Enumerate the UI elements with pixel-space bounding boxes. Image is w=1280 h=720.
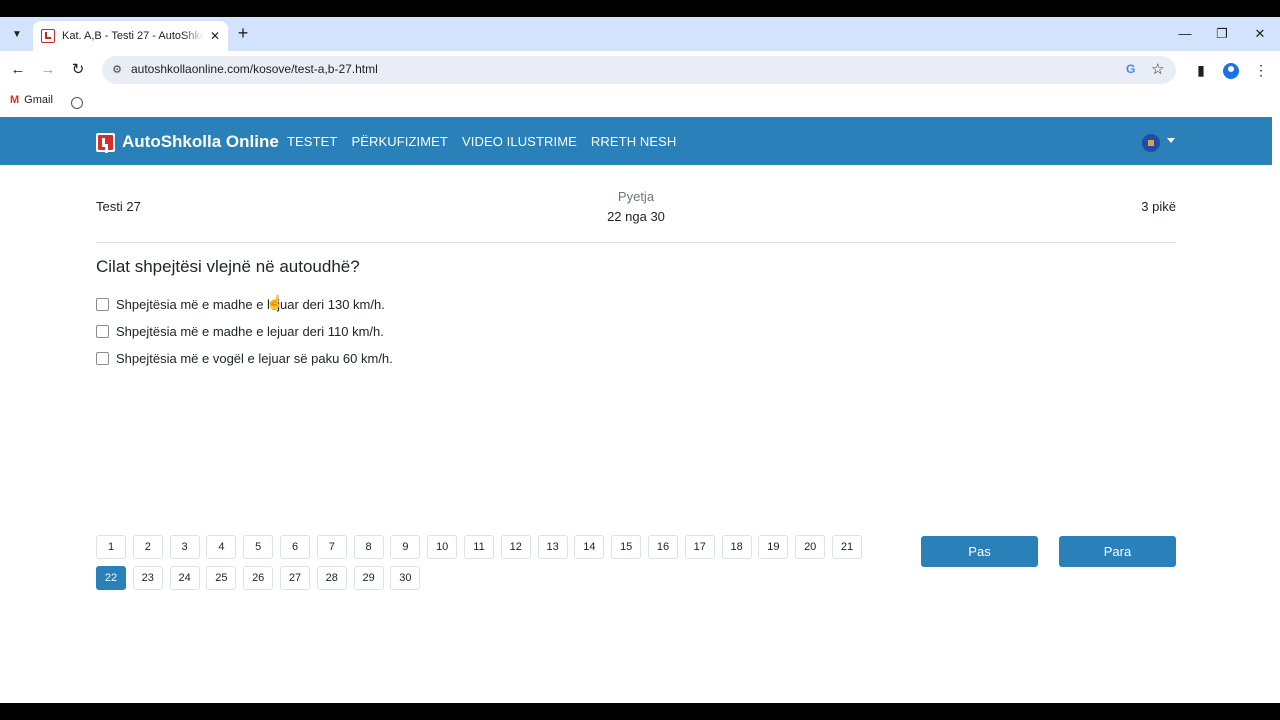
page-button-8[interactable]: 8 [353,535,384,559]
page-button-2[interactable]: 2 [132,535,163,559]
answer-checkbox[interactable] [96,325,109,338]
browser-toolbar: ← → ↻ ⚙ autoshkollaonline.com/kosove/tes… [0,51,1280,89]
brand-name: AutoShkolla Online [122,132,279,151]
answer-option[interactable]: Shpejtësia më e vogël e lejuar së paku 6… [96,345,393,372]
question-points: 3 pikë [1141,199,1176,214]
page-button-16[interactable]: 16 [648,535,678,559]
chevron-down-icon[interactable] [1167,138,1175,143]
logo-icon [96,132,115,152]
url-text[interactable]: autoshkollaonline.com/kosove/test-a,b-27… [131,62,378,76]
page-button-27[interactable]: 27 [280,566,310,590]
page-button-29[interactable]: 29 [353,566,384,590]
forward-arrow-icon[interactable]: → [38,60,58,80]
page-button-18[interactable]: 18 [721,535,752,559]
address-bar[interactable]: ⚙ autoshkollaonline.com/kosove/test-a,b-… [102,56,1176,84]
answer-option[interactable]: Shpejtësia më e madhe e lejuar deri 110 … [96,318,393,345]
page-button-12[interactable]: 12 [500,535,531,559]
page-button-24[interactable]: 24 [169,566,200,590]
page-button-19[interactable]: 19 [758,535,789,559]
back-button[interactable]: Pas [921,536,1038,567]
page-button-28[interactable]: 28 [316,566,347,590]
restore-icon[interactable]: ❐ [1212,24,1232,44]
page-button-7[interactable]: 7 [316,535,347,559]
page-button-5[interactable]: 5 [243,535,274,559]
tab-search-icon[interactable]: ▼ [7,24,27,44]
page-button-9[interactable]: 9 [390,535,421,559]
page-button-6[interactable]: 6 [280,535,310,559]
globe-icon [71,97,83,109]
browser-window: ▼ Kat. A,B - Testi 27 - AutoShkolla Onli… [0,17,1280,703]
nav-item-testet[interactable]: TESTET [287,134,337,149]
bookmark-label: Gmail [24,94,53,106]
test-info-row: Testi 27 Pyetja 22 nga 30 3 pikë [96,177,1176,243]
question-text: Cilat shpejtësi vlejnë në autoudhë? [96,257,360,276]
next-button[interactable]: Para [1059,536,1176,567]
menu-kebab-icon[interactable]: ⋮ [1251,60,1271,80]
answer-option[interactable]: Shpejtësia më e madhe e lejuar deri 130 … [96,291,393,318]
web-page: AutoShkolla Online TESTET PËRKUFIZIMET V… [0,117,1272,703]
hand-cursor-icon: ☝ [266,294,284,310]
question-counter: 22 nga 30 [607,209,665,224]
page-button-11[interactable]: 11 [464,535,494,559]
nav-item-perkufizimet[interactable]: PËRKUFIZIMET [351,134,448,149]
minimize-icon[interactable]: — [1175,24,1195,44]
back-arrow-icon[interactable]: ← [8,60,28,80]
page-button-30[interactable]: 30 [390,566,421,590]
question-label: Pyetja [617,189,655,204]
page-button-3[interactable]: 3 [169,535,200,559]
site-info-icon[interactable]: ⚙ [110,63,124,77]
answer-text[interactable]: Shpejtësia më e madhe e lejuar deri 130 … [116,297,385,312]
page-button-21[interactable]: 21 [832,535,862,559]
bookmark-globe[interactable] [71,97,83,109]
tab-close-icon[interactable]: ✕ [210,29,220,43]
nav-links: TESTET PËRKUFIZIMET VIDEO ILUSTRIME RRET… [287,134,690,149]
bookmark-gmail[interactable]: M Gmail [10,94,53,106]
answer-checkbox[interactable] [96,298,109,311]
page-button-17[interactable]: 17 [684,535,715,559]
page-button-14[interactable]: 14 [574,535,605,559]
reload-icon[interactable]: ↻ [68,60,88,80]
answer-text[interactable]: Shpejtësia më e madhe e lejuar deri 110 … [116,324,384,339]
google-lens-icon[interactable]: G [1126,62,1135,76]
bookmarks-bar: M Gmail [0,89,1280,117]
page-button-20[interactable]: 20 [795,535,826,559]
page-button-10[interactable]: 10 [427,535,458,559]
page-button-4[interactable]: 4 [206,535,237,559]
gmail-icon: M [10,94,20,106]
page-button-13[interactable]: 13 [537,535,568,559]
tab-strip: ▼ Kat. A,B - Testi 27 - AutoShkolla Onli… [0,17,1280,51]
answer-checkbox[interactable] [96,352,109,365]
nav-item-video[interactable]: VIDEO ILUSTRIME [462,134,577,149]
tab-title: Kat. A,B - Testi 27 - AutoShkolla Online [62,30,204,42]
profile-icon[interactable] [1221,60,1241,80]
nav-item-rreth-nesh[interactable]: RRETH NESH [591,134,677,149]
bookmark-star-icon[interactable]: ☆ [1151,60,1164,78]
active-tab[interactable]: Kat. A,B - Testi 27 - AutoShkolla Online… [33,21,228,51]
page-button-23[interactable]: 23 [132,566,163,590]
new-tab-icon[interactable]: + [233,24,253,44]
page-button-1[interactable]: 1 [96,535,126,559]
close-window-icon[interactable]: ✕ [1250,24,1270,44]
page-button-25[interactable]: 25 [206,566,237,590]
screen: ▼ Kat. A,B - Testi 27 - AutoShkolla Onli… [0,0,1280,720]
page-scrollbar[interactable] [1272,117,1280,703]
page-button-22[interactable]: 22 [96,566,126,590]
side-panel-icon[interactable]: ▮ [1191,60,1211,80]
kosovo-flag-icon[interactable] [1142,134,1160,152]
page-button-15[interactable]: 15 [611,535,642,559]
site-brand[interactable]: AutoShkolla Online [96,132,279,152]
answer-text[interactable]: Shpejtësia më e vogël e lejuar së paku 6… [116,351,393,366]
site-favicon-icon [41,29,55,43]
site-navbar: AutoShkolla Online TESTET PËRKUFIZIMET V… [0,117,1272,165]
page-button-26[interactable]: 26 [243,566,274,590]
answer-list: Shpejtësia më e madhe e lejuar deri 130 … [96,291,393,372]
